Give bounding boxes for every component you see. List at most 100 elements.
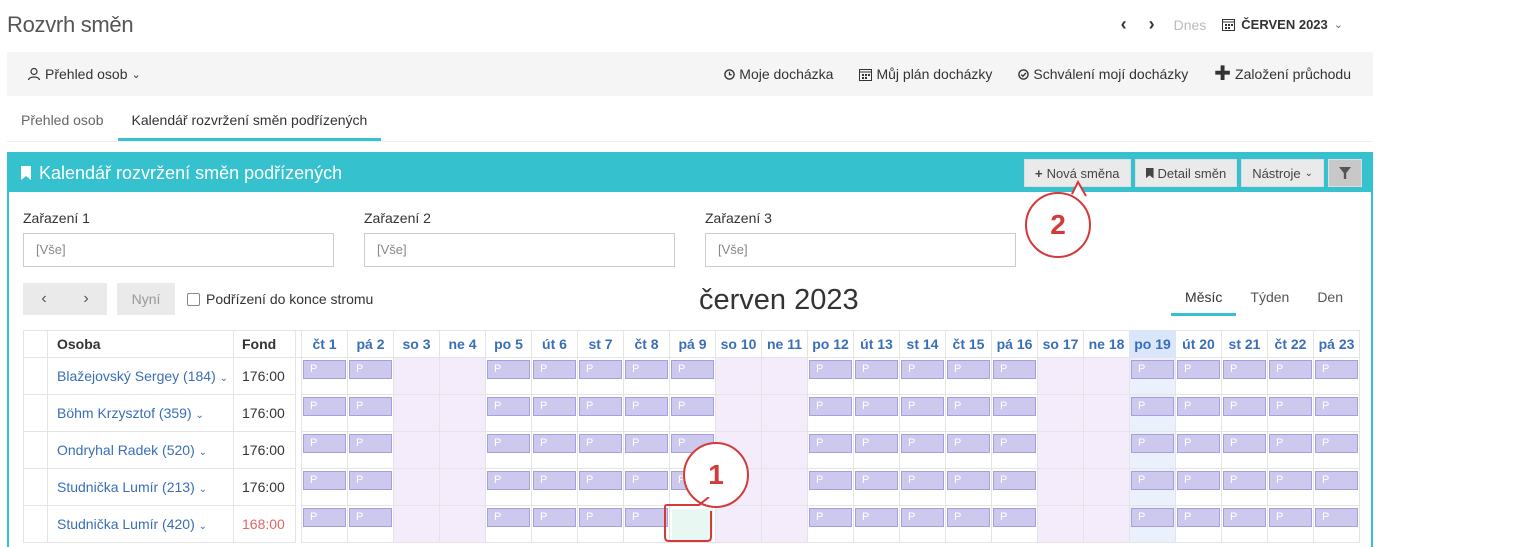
shift-block[interactable]: P <box>1177 397 1220 416</box>
shift-cell[interactable]: P <box>485 431 532 469</box>
shift-cell[interactable]: P <box>301 394 348 432</box>
shift-block[interactable]: P <box>1223 360 1266 379</box>
shift-block[interactable]: P <box>625 434 668 453</box>
shift-block[interactable]: P <box>947 397 990 416</box>
tab-people-overview[interactable]: Přehled osob <box>7 100 118 141</box>
shift-cell[interactable]: P <box>577 431 624 469</box>
shift-block[interactable]: P <box>947 471 990 490</box>
shift-cell[interactable] <box>1083 357 1130 395</box>
shift-cell[interactable]: P <box>1175 431 1222 469</box>
shift-block[interactable]: P <box>809 397 852 416</box>
shift-cell[interactable]: P <box>1221 505 1268 543</box>
shift-block[interactable]: P <box>1177 360 1220 379</box>
shift-cell[interactable]: P <box>301 468 348 506</box>
shift-cell[interactable]: P <box>1221 468 1268 506</box>
shift-cell[interactable]: P <box>945 505 992 543</box>
shift-cell[interactable] <box>439 431 486 469</box>
shift-block[interactable]: P <box>1269 471 1312 490</box>
shift-block[interactable]: P <box>1269 434 1312 453</box>
shift-block[interactable]: P <box>901 360 944 379</box>
shift-cell[interactable]: P <box>347 357 394 395</box>
shift-block[interactable]: P <box>579 397 622 416</box>
row-select-cell[interactable] <box>23 505 48 543</box>
shift-block[interactable]: P <box>1223 471 1266 490</box>
shift-cell[interactable] <box>761 357 808 395</box>
shift-cell[interactable]: P <box>301 357 348 395</box>
shift-cell[interactable]: P <box>1313 468 1360 506</box>
shift-cell[interactable]: P <box>347 394 394 432</box>
checkbox-box[interactable] <box>187 292 200 306</box>
shift-block[interactable]: P <box>993 471 1036 490</box>
shift-block[interactable]: P <box>579 508 622 527</box>
shift-cell[interactable] <box>1083 468 1130 506</box>
shift-block[interactable]: P <box>1223 434 1266 453</box>
shift-block[interactable]: P <box>1269 508 1312 527</box>
shift-block[interactable]: P <box>579 434 622 453</box>
month-selector[interactable]: ČERVEN 2023 ⌄ <box>1222 17 1343 32</box>
shift-cell[interactable]: P <box>577 468 624 506</box>
shift-cell[interactable]: P <box>1313 505 1360 543</box>
shift-cell[interactable] <box>1037 468 1084 506</box>
shift-block[interactable]: P <box>1177 508 1220 527</box>
shift-block[interactable]: P <box>993 397 1036 416</box>
shift-cell[interactable]: P <box>1267 357 1314 395</box>
shift-block[interactable]: P <box>1223 508 1266 527</box>
shift-block[interactable]: P <box>303 397 346 416</box>
shift-cell[interactable] <box>761 505 808 543</box>
shift-block[interactable]: P <box>1131 471 1174 490</box>
now-button[interactable]: Nyní <box>117 283 175 315</box>
shift-block[interactable]: P <box>349 471 392 490</box>
shift-block[interactable]: P <box>579 471 622 490</box>
shift-cell[interactable] <box>1083 505 1130 543</box>
shift-block[interactable]: P <box>947 508 990 527</box>
prev-month-button[interactable]: ‹ <box>1110 14 1138 35</box>
shift-block[interactable]: P <box>303 471 346 490</box>
tab-shift-calendar[interactable]: Kalendář rozvržení směn podřízených <box>117 100 382 141</box>
shift-block[interactable]: P <box>533 397 576 416</box>
shift-block[interactable]: P <box>947 360 990 379</box>
shift-cell[interactable]: P <box>1175 357 1222 395</box>
shift-cell[interactable]: P <box>531 468 578 506</box>
shift-block[interactable]: P <box>487 471 530 490</box>
shift-block[interactable]: P <box>809 434 852 453</box>
shift-block[interactable]: P <box>349 360 392 379</box>
shift-cell[interactable]: P <box>1129 357 1176 395</box>
shift-block[interactable]: P <box>487 360 530 379</box>
shift-cell[interactable]: P <box>485 394 532 432</box>
shift-block[interactable]: P <box>303 434 346 453</box>
shift-cell[interactable] <box>439 468 486 506</box>
shift-cell[interactable]: P <box>807 505 854 543</box>
shift-cell[interactable]: P <box>485 468 532 506</box>
shift-block[interactable]: P <box>487 508 530 527</box>
shift-cell[interactable]: P <box>531 505 578 543</box>
row-select-cell[interactable] <box>23 431 48 469</box>
shift-cell[interactable]: P <box>853 468 900 506</box>
shift-cell[interactable]: P <box>991 505 1038 543</box>
shift-cell[interactable]: P <box>991 468 1038 506</box>
row-select-cell[interactable] <box>23 357 48 395</box>
shift-cell[interactable]: P <box>1175 468 1222 506</box>
shift-block[interactable]: P <box>349 508 392 527</box>
shift-cell[interactable]: P <box>1221 357 1268 395</box>
shift-cell[interactable]: P <box>1267 505 1314 543</box>
shift-cell[interactable] <box>1037 431 1084 469</box>
person-name-link[interactable]: Studnička Lumír (420) ⌄ <box>47 505 234 543</box>
shift-cell[interactable]: P <box>1129 468 1176 506</box>
shift-cell[interactable]: P <box>531 357 578 395</box>
filter-button[interactable] <box>1328 159 1362 187</box>
row-select-cell[interactable] <box>23 468 48 506</box>
shift-block[interactable]: P <box>671 397 714 416</box>
shift-cell[interactable]: P <box>531 394 578 432</box>
shift-cell[interactable]: P <box>807 394 854 432</box>
shift-block[interactable]: P <box>901 471 944 490</box>
view-tab-week[interactable]: Týden <box>1236 289 1303 315</box>
shift-block[interactable]: P <box>1131 508 1174 527</box>
shift-block[interactable]: P <box>993 508 1036 527</box>
shift-block[interactable]: P <box>1131 397 1174 416</box>
attendance-approval-link[interactable]: Schválení mojí docházky <box>1018 66 1188 82</box>
shift-block[interactable]: P <box>901 397 944 416</box>
shift-detail-button[interactable]: Detail směn <box>1134 159 1238 187</box>
shift-cell[interactable] <box>439 505 486 543</box>
shift-cell[interactable]: P <box>1129 431 1176 469</box>
shift-cell[interactable] <box>393 505 440 543</box>
